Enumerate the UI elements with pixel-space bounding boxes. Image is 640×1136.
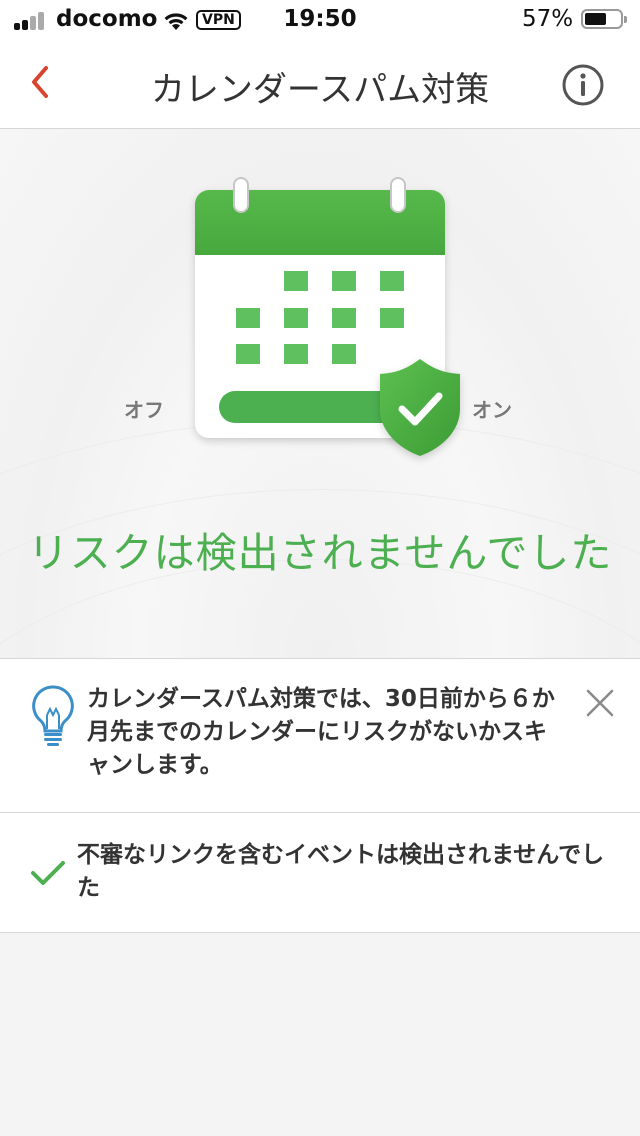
navigation-bar: カレンダースパム対策 [0,40,640,129]
battery-icon [581,9,627,29]
check-result-text: 不審なリンクを含むイベントは検出されませんでした [77,842,605,901]
check-result-row: 不審なリンクを含むイベントは検出されませんでした [0,812,640,933]
tip-text: カレンダースパム対策では、30日前から６か月先までのカレンダーにリスクがないかス… [87,686,555,778]
calendar-shield-illustration [195,177,460,456]
toggle-off-label: オフ [124,398,164,422]
info-tip-card: カレンダースパム対策では、30日前から６か月先までのカレンダーにリスクがないかス… [0,658,640,813]
scan-result-heading: リスクは検出されませんでした [27,529,613,577]
lightbulb-icon [32,685,74,746]
page-title: カレンダースパム対策 [150,70,490,110]
checkmark-icon [31,861,65,885]
status-bar: docomo VPN 19:50 57% [0,0,640,40]
close-icon[interactable] [584,687,616,719]
status-hero: オフ オン リスクは検出されませんでした [0,129,640,658]
battery-percent: 57% [522,6,574,32]
toggle-on-label: オン [472,398,512,422]
info-icon[interactable] [562,64,604,106]
